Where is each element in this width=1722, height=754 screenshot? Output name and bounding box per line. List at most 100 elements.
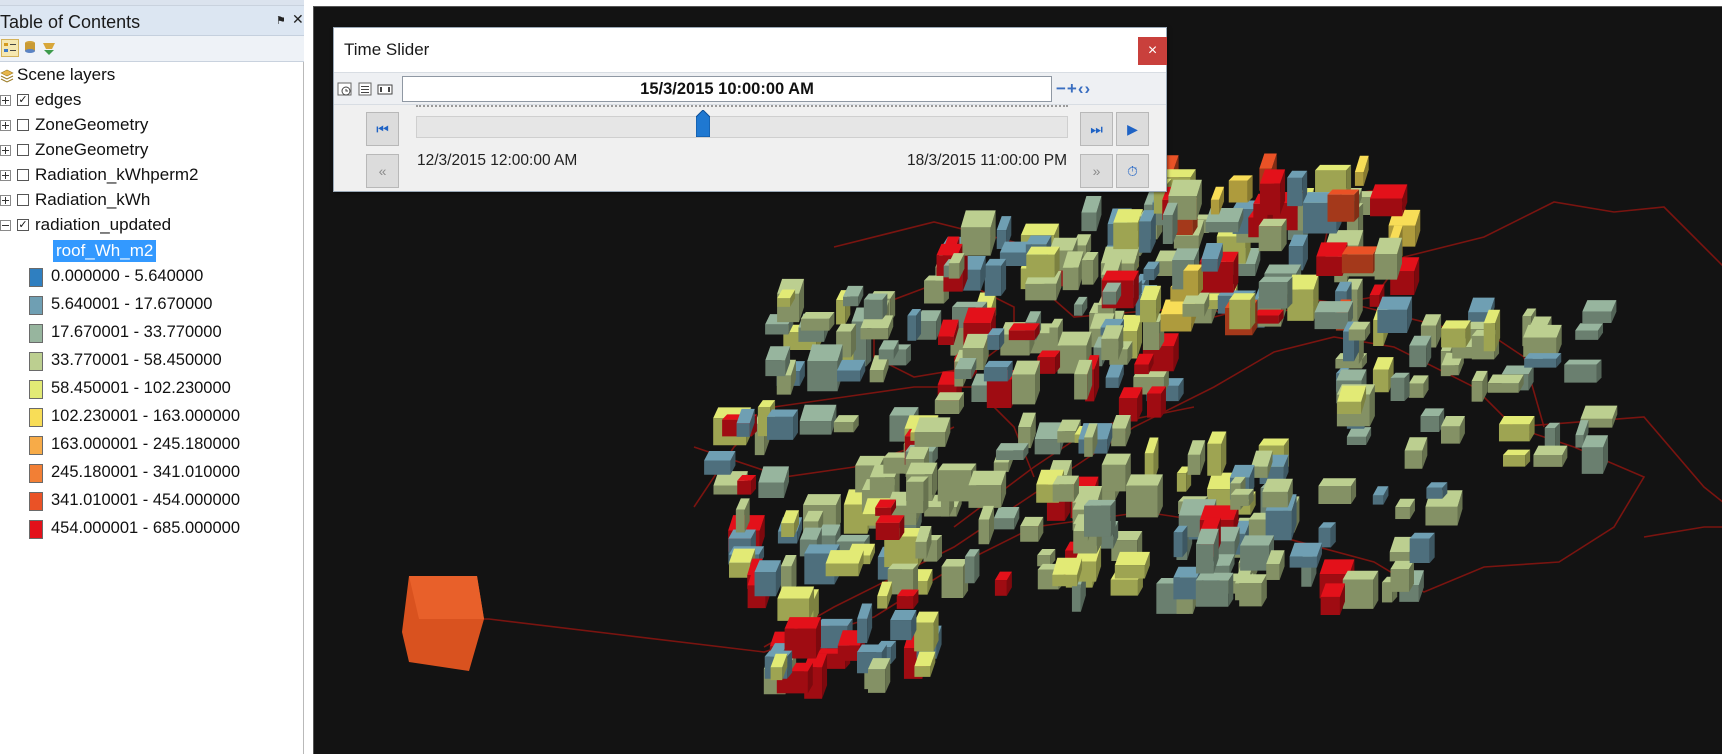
legend-label: 454.000001 - 685.000000 xyxy=(51,519,241,537)
building xyxy=(1052,475,1079,502)
close-icon[interactable]: ✕ xyxy=(292,11,304,28)
layer-label: Radiation_kWh xyxy=(35,190,151,209)
building xyxy=(1140,285,1162,323)
layer-visibility-checkbox[interactable]: ✓ xyxy=(17,94,29,106)
building xyxy=(968,470,1007,508)
expand-icon[interactable] xyxy=(0,145,11,156)
list-by-visibility-icon[interactable] xyxy=(40,39,58,57)
step-back-button[interactable]: « xyxy=(366,154,399,188)
building xyxy=(1037,548,1056,567)
symbology-field-name[interactable]: roof_Wh_m2 xyxy=(53,240,157,262)
list-by-source-icon[interactable] xyxy=(21,39,39,57)
legend-label: 245.180001 - 341.010000 xyxy=(51,463,241,481)
building xyxy=(737,474,757,495)
legend-swatch[interactable] xyxy=(29,296,43,315)
layer-row-zonegeometry-2[interactable]: ZoneGeometry xyxy=(0,140,300,164)
expand-icon[interactable] xyxy=(0,195,11,206)
expand-icon[interactable] xyxy=(0,95,11,106)
building xyxy=(754,560,781,597)
legend-item[interactable]: 0.000000 - 5.640000 xyxy=(0,266,300,290)
legend-swatch[interactable] xyxy=(29,436,43,455)
building xyxy=(1187,440,1206,475)
expand-icon[interactable] xyxy=(0,170,11,181)
building xyxy=(1575,323,1604,340)
legend-item[interactable]: 5.640001 - 17.670000 xyxy=(0,294,300,318)
playback-options-button[interactable]: ⏱ xyxy=(1116,154,1149,188)
building xyxy=(1377,296,1413,333)
building xyxy=(758,466,789,499)
legend-item[interactable]: 341.010001 - 454.000000 xyxy=(0,490,300,514)
expand-icon[interactable] xyxy=(0,120,11,131)
legend-swatch[interactable] xyxy=(29,324,43,343)
export-video-icon[interactable] xyxy=(377,81,393,97)
building xyxy=(1471,370,1488,402)
scene-layers-root[interactable]: Scene layers xyxy=(0,65,300,89)
layer-row-radiation-updated[interactable]: ✓ radiation_updated xyxy=(0,215,300,239)
pin-icon[interactable]: ⚑ xyxy=(276,14,286,27)
legend-swatch[interactable] xyxy=(29,492,43,511)
building xyxy=(1320,583,1345,615)
legend-swatch[interactable] xyxy=(29,464,43,483)
legend-swatch[interactable] xyxy=(29,380,43,399)
layer-row-radiation-kwh[interactable]: Radiation_kWh xyxy=(0,190,300,214)
legend-item[interactable]: 33.770001 - 58.450000 xyxy=(0,350,300,374)
legend-item[interactable]: 17.670001 - 33.770000 xyxy=(0,322,300,346)
legend-swatch[interactable] xyxy=(29,408,43,427)
step-forward-button[interactable]: » xyxy=(1080,154,1113,188)
layer-visibility-checkbox[interactable] xyxy=(17,144,29,156)
building xyxy=(1341,246,1378,274)
current-time-display[interactable]: 15/3/2015 10:00:00 AM xyxy=(402,76,1052,102)
building xyxy=(1081,195,1102,232)
building xyxy=(1426,482,1448,499)
building xyxy=(1262,478,1293,508)
start-time-label: 12/3/2015 12:00:00 AM xyxy=(417,152,578,169)
building xyxy=(1337,385,1367,415)
building xyxy=(1523,324,1562,357)
layer-row-zonegeometry[interactable]: ZoneGeometry xyxy=(0,115,300,139)
layer-row-radiation-kwhperm2[interactable]: Radiation_kWhperm2 xyxy=(0,165,300,189)
building xyxy=(833,415,859,433)
layer-row-edges[interactable]: ✓ edges xyxy=(0,90,300,114)
legend-swatch[interactable] xyxy=(29,268,43,287)
legend-label: 341.010001 - 454.000000 xyxy=(51,491,241,509)
building xyxy=(1081,251,1099,285)
close-button[interactable]: × xyxy=(1138,37,1167,65)
layer-visibility-checkbox[interactable] xyxy=(17,194,29,206)
symbology-field-row[interactable]: roof_Wh_m2 xyxy=(0,240,300,265)
building xyxy=(1289,542,1322,568)
legend-swatch[interactable] xyxy=(29,352,43,371)
zoom-controls[interactable]: −+‹› xyxy=(1056,79,1091,99)
layer-visibility-checkbox[interactable] xyxy=(17,119,29,131)
go-to-end-button[interactable]: ⏭ xyxy=(1080,112,1113,146)
building xyxy=(1487,374,1524,393)
collapse-icon[interactable] xyxy=(0,220,11,231)
building xyxy=(1390,372,1410,402)
legend-item[interactable]: 245.180001 - 341.010000 xyxy=(0,462,300,486)
legend-item[interactable]: 163.000001 - 245.180000 xyxy=(0,434,300,458)
building xyxy=(1441,320,1471,348)
building xyxy=(960,210,996,256)
play-button[interactable]: ▶ xyxy=(1116,112,1149,146)
list-icon[interactable] xyxy=(357,81,373,97)
legend-item[interactable]: 58.450001 - 102.230000 xyxy=(0,378,300,402)
toc-title: Table of Contents xyxy=(0,12,141,32)
building xyxy=(1346,427,1372,446)
time-slider-options-icon[interactable] xyxy=(337,81,353,97)
time-slider-toolbar: 15/3/2015 10:00:00 AM −+‹› xyxy=(334,72,1166,105)
layer-label: ZoneGeometry xyxy=(35,140,149,159)
slider-thumb[interactable] xyxy=(695,110,710,137)
legend-swatch[interactable] xyxy=(29,520,43,539)
building xyxy=(1318,478,1357,504)
legend-item[interactable]: 454.000001 - 685.000000 xyxy=(0,518,300,542)
building xyxy=(1173,525,1188,558)
list-by-drawing-order-icon[interactable] xyxy=(1,39,19,57)
building xyxy=(896,589,919,609)
layer-visibility-checkbox[interactable] xyxy=(17,169,29,181)
building xyxy=(1258,276,1293,309)
legend-item[interactable]: 102.230001 - 163.000000 xyxy=(0,406,300,430)
building xyxy=(993,506,1020,530)
layer-visibility-checkbox[interactable]: ✓ xyxy=(17,219,29,231)
slider-track[interactable] xyxy=(416,116,1068,138)
building xyxy=(1113,209,1143,250)
go-to-start-button[interactable]: ⏮ xyxy=(366,112,399,146)
